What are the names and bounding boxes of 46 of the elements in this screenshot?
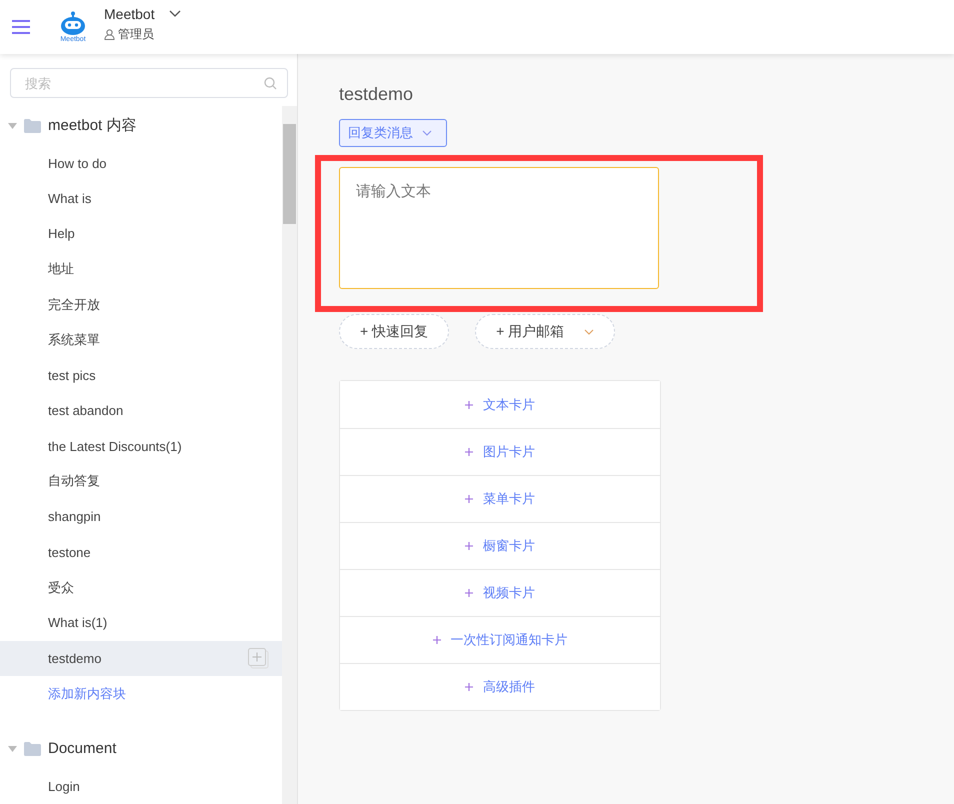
chevron-down-icon[interactable] — [168, 10, 181, 18]
plus-icon — [465, 542, 473, 550]
sidebar-item[interactable]: test abandon — [0, 392, 282, 428]
sidebar-item[interactable]: What is(1) — [0, 605, 282, 641]
text-input[interactable]: 请输入文本 — [339, 167, 659, 289]
sidebar-item[interactable]: test pics — [0, 358, 282, 393]
plus-icon — [465, 683, 473, 691]
sidebar-item[interactable]: 自动答复 — [0, 464, 282, 500]
sidebar-item[interactable]: 受众 — [0, 570, 282, 606]
plus-icon — [465, 495, 473, 503]
folder-row[interactable]: meetbot 内容 — [0, 106, 282, 146]
plus-icon — [465, 589, 473, 597]
folder-icon — [24, 118, 41, 133]
scrollbar[interactable] — [282, 106, 297, 804]
sidebar-item[interactable]: testone — [0, 534, 282, 570]
sidebar-item[interactable]: 地址 — [0, 251, 282, 287]
sidebar-item[interactable]: Login — [0, 768, 282, 804]
user-icon — [104, 28, 115, 40]
add-card-button[interactable]: 高级插件 — [340, 663, 660, 710]
search-icon — [264, 77, 277, 90]
chevron-down-icon — [422, 130, 432, 136]
plus-icon — [465, 400, 473, 408]
sidebar-item[interactable]: shangpin — [0, 499, 282, 534]
add-block-link[interactable]: 添加新内容块 — [48, 676, 126, 712]
caret-icon — [8, 122, 17, 129]
plus-icon — [432, 636, 440, 644]
menu-icon[interactable] — [12, 20, 30, 34]
chevron-down-icon — [584, 328, 594, 334]
quick-add-button[interactable]: + 快速回复 — [339, 314, 450, 349]
search-field[interactable]: 搜索 — [10, 68, 288, 98]
sidebar-item[interactable]: What is — [0, 180, 282, 216]
folder-row[interactable]: Document — [0, 729, 282, 769]
app-name[interactable]: Meetbot — [104, 6, 155, 22]
sidebar-item[interactable]: How to do — [0, 145, 282, 181]
robot-icon — [60, 11, 86, 35]
sidebar-item[interactable]: testdemo — [0, 640, 282, 676]
sidebar-item[interactable]: Help — [0, 216, 282, 252]
caret-icon — [8, 746, 17, 752]
plus-icon — [465, 448, 473, 456]
folder-icon — [24, 742, 41, 756]
sidebar-item[interactable]: 完全开放 — [0, 286, 282, 322]
page-title: testdemo — [339, 84, 414, 105]
quick-add-button[interactable]: + 用户邮箱 — [475, 314, 616, 349]
sidebar-item[interactable]: 系统菜單 — [0, 322, 282, 358]
user-role: 管理员 — [118, 26, 154, 42]
sidebar-item[interactable]: the Latest Discounts(1) — [0, 428, 282, 464]
